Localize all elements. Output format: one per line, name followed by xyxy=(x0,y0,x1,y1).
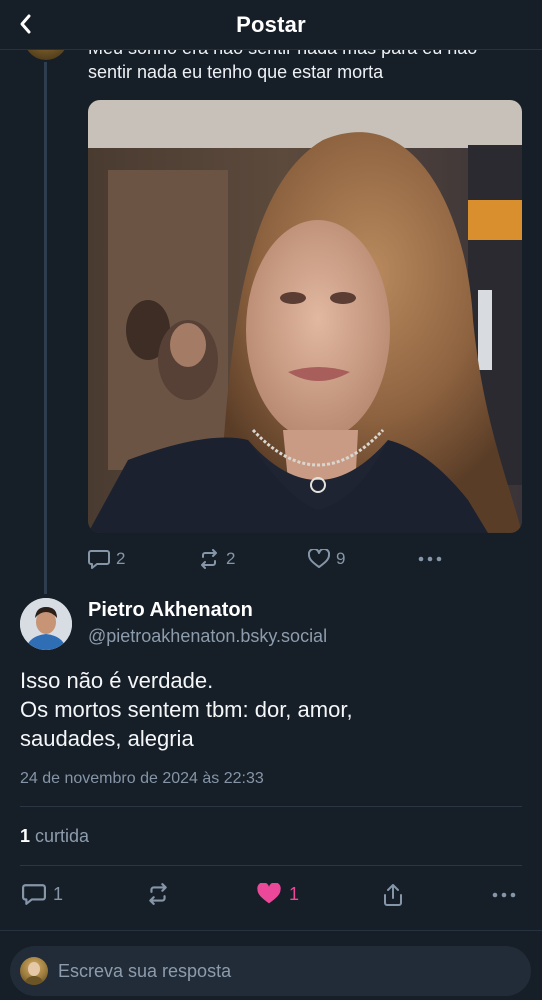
repost-icon xyxy=(201,549,217,569)
reply-count: 1 xyxy=(53,883,64,904)
post-text: Isso não é verdade. Os mortos sentem tbm… xyxy=(20,666,520,753)
current-user-avatar xyxy=(20,957,48,985)
repost-icon xyxy=(149,883,167,905)
parent-post-actions: 2 2 9 xyxy=(88,546,448,572)
parent-post-media[interactable] xyxy=(88,100,522,533)
parent-like-count: 9 xyxy=(336,549,346,568)
post-text-line: Isso não é verdade. xyxy=(20,668,214,693)
share-button[interactable] xyxy=(382,883,404,907)
chevron-left-icon xyxy=(20,14,31,34)
divider xyxy=(20,865,522,866)
post-actions: 1 1 xyxy=(20,883,522,911)
post-text-line: saudades, alegria xyxy=(20,726,194,751)
thread-line xyxy=(44,62,47,594)
like-count-action: 1 xyxy=(289,883,300,904)
comment-icon xyxy=(22,884,46,905)
like-label: curtida xyxy=(35,826,90,846)
avatar-image xyxy=(20,598,72,650)
post-timestamp: 24 de novembro de 2024 às 22:33 xyxy=(20,770,264,787)
likes-summary[interactable]: 1 curtida xyxy=(20,826,89,847)
parent-reply-count: 2 xyxy=(116,549,126,568)
more-button[interactable] xyxy=(492,892,516,898)
like-button[interactable]: 1 xyxy=(256,883,299,905)
author-handle[interactable]: @pietroakhenaton.bsky.social xyxy=(88,626,327,647)
media-image xyxy=(88,100,522,533)
reply-composer[interactable]: Escreva sua resposta xyxy=(10,946,531,996)
reply-button[interactable]: 1 xyxy=(22,883,63,905)
back-button[interactable] xyxy=(12,10,40,38)
repost-button[interactable] xyxy=(146,883,170,905)
parent-more-button[interactable] xyxy=(418,556,442,562)
composer-divider xyxy=(0,930,542,931)
more-horizontal-icon xyxy=(492,892,516,898)
like-count: 1 xyxy=(20,826,31,846)
page-title: Postar xyxy=(236,11,306,37)
post-text-line: Os mortos sentem tbm: dor, amor, xyxy=(20,697,353,722)
parent-reply-button[interactable]: 2 xyxy=(88,549,198,569)
reply-input-placeholder: Escreva sua resposta xyxy=(58,960,232,981)
divider xyxy=(20,806,522,807)
avatar-image xyxy=(24,962,44,985)
parent-like-button[interactable]: 9 xyxy=(308,549,418,569)
author-name[interactable]: Pietro Akhenaton xyxy=(88,599,253,622)
heart-filled-icon xyxy=(257,883,281,904)
parent-repost-button[interactable]: 2 xyxy=(198,549,308,569)
parent-repost-count: 2 xyxy=(226,549,236,568)
top-bar: Postar xyxy=(0,0,542,50)
more-horizontal-icon xyxy=(418,556,442,562)
comment-icon xyxy=(88,550,110,569)
heart-icon xyxy=(308,549,330,568)
share-icon xyxy=(384,884,402,906)
author-avatar[interactable] xyxy=(20,598,72,650)
